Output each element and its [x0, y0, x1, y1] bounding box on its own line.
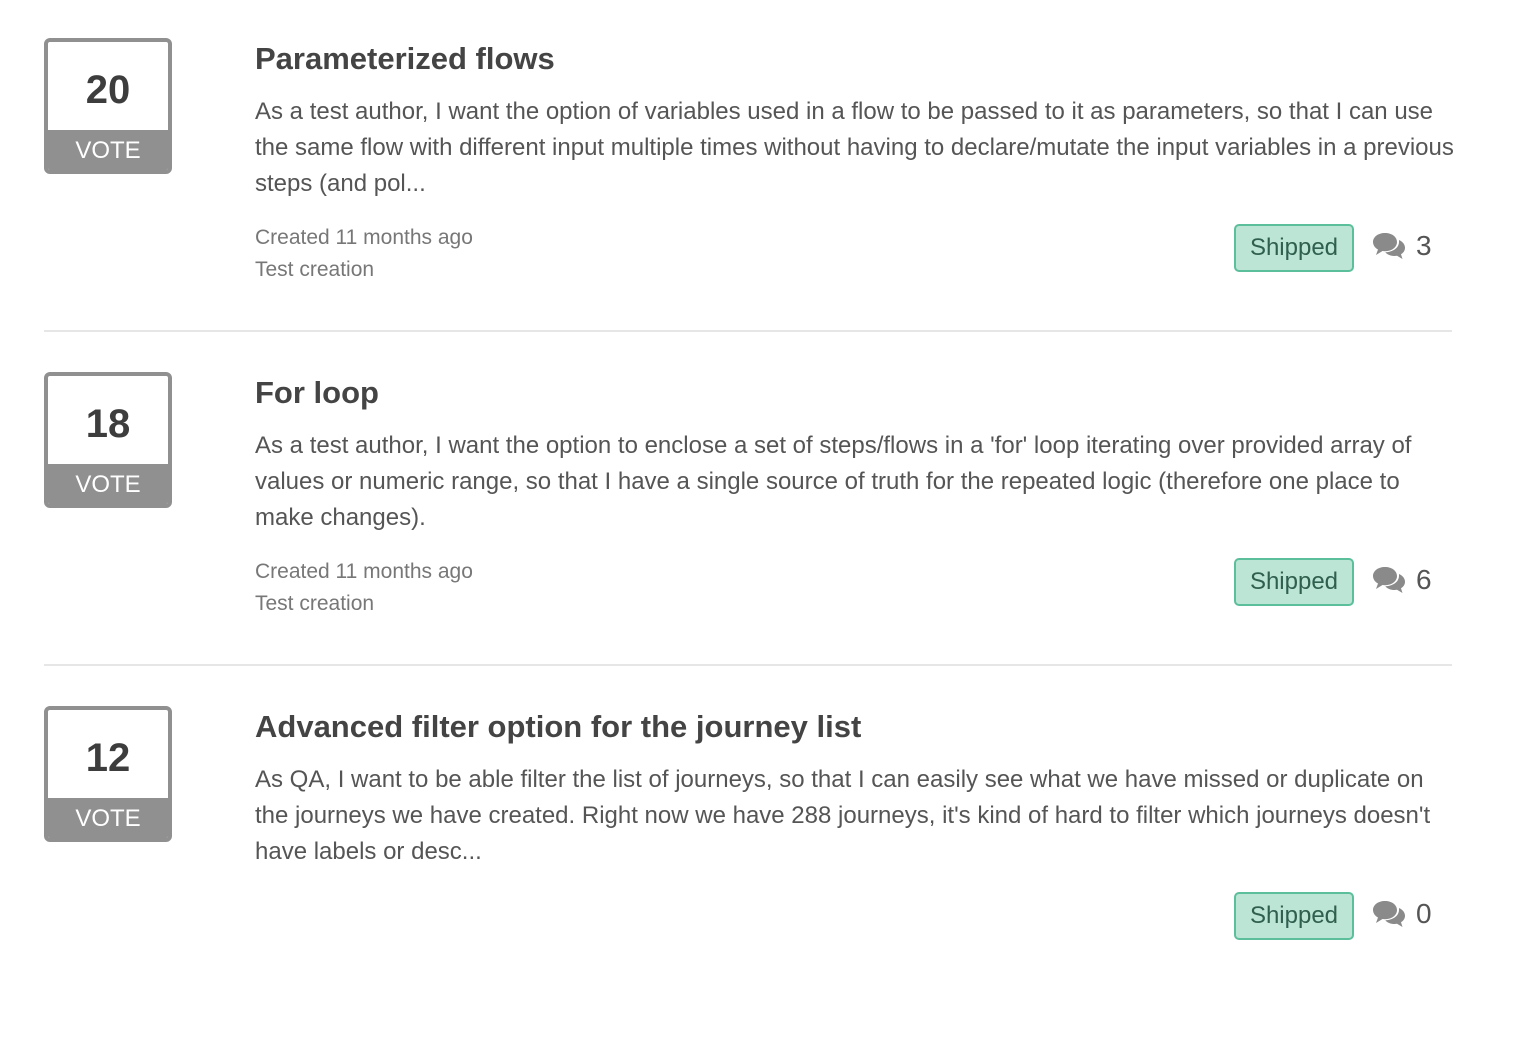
idea-card: 12 VOTE Advanced filter option for the j… [44, 706, 1452, 1040]
idea-category: Test creation [255, 592, 375, 615]
vote-button[interactable]: 12 VOTE [44, 706, 172, 842]
idea-description: As a test author, I want the option to e… [255, 432, 1412, 531]
vote-button[interactable]: 18 VOTE [44, 372, 172, 508]
status-badge: Shipped [1234, 558, 1354, 606]
idea-list: 20 VOTE Parameterized flows As a test au… [0, 0, 1530, 974]
created-date: Created 11 months ago [255, 560, 473, 583]
comment-count: 3 [1416, 230, 1432, 261]
comments-link[interactable]: 0 [1372, 894, 1432, 934]
status-badge: Shipped [1234, 892, 1354, 940]
created-date: Created 11 months ago [255, 226, 473, 249]
idea-card: 18 VOTE For loop As a test author, I wan… [44, 372, 1452, 706]
idea-title-link[interactable]: For loop [255, 372, 379, 414]
idea-title-link[interactable]: Advanced filter option for the journey l… [255, 706, 861, 748]
idea-description: As QA, I want to be able filter the list… [255, 766, 1431, 865]
idea-description: As a test author, I want the option of v… [255, 98, 1454, 197]
divider [44, 664, 1452, 666]
vote-label: VOTE [48, 464, 168, 504]
vote-button[interactable]: 20 VOTE [44, 38, 172, 174]
comments-link[interactable]: 6 [1372, 560, 1432, 600]
comment-count: 0 [1416, 898, 1432, 929]
status-badge: Shipped [1234, 224, 1354, 272]
idea-category: Test creation [255, 258, 375, 281]
comments-icon [1373, 233, 1405, 259]
vote-count: 12 [85, 736, 131, 780]
vote-count: 18 [85, 402, 131, 446]
divider [44, 330, 1452, 332]
vote-label: VOTE [48, 130, 168, 170]
idea-title-link[interactable]: Parameterized flows [255, 38, 555, 80]
comment-count: 6 [1416, 564, 1432, 595]
idea-meta: Created 11 months ago Test creation [255, 556, 473, 620]
vote-label: VOTE [48, 798, 168, 838]
idea-card: 20 VOTE Parameterized flows As a test au… [44, 38, 1454, 372]
comments-link[interactable]: 3 [1372, 226, 1432, 266]
idea-meta: Created 11 months ago Test creation [255, 222, 473, 286]
vote-count: 20 [85, 68, 131, 112]
comments-icon [1373, 901, 1405, 927]
comments-icon [1373, 567, 1405, 593]
